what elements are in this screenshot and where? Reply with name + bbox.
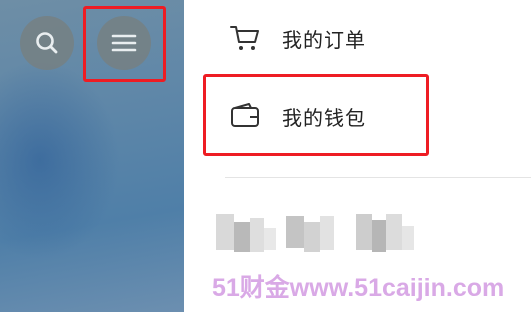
blurred-block	[234, 222, 250, 252]
blurred-block	[320, 216, 334, 250]
blurred-block	[372, 220, 386, 252]
search-button[interactable]	[20, 16, 74, 70]
watermark-text: 51财金www.51caijin.com	[212, 274, 505, 302]
menu-button-highlight	[83, 6, 166, 82]
blurred-block	[216, 214, 234, 250]
blurred-block	[356, 214, 372, 250]
background-gradient	[0, 60, 120, 260]
search-icon	[36, 32, 58, 54]
menu-item-orders[interactable]: 我的订单	[228, 20, 366, 56]
menu-item-orders-label: 我的订单	[282, 27, 366, 52]
blurred-block	[286, 216, 304, 248]
blurred-block	[250, 218, 264, 252]
blurred-block	[264, 228, 276, 250]
blurred-block	[402, 226, 414, 250]
blurred-block	[386, 214, 402, 250]
cart-icon	[228, 23, 262, 53]
blurred-block	[304, 222, 320, 252]
divider	[225, 177, 531, 178]
wallet-highlight	[203, 74, 429, 156]
